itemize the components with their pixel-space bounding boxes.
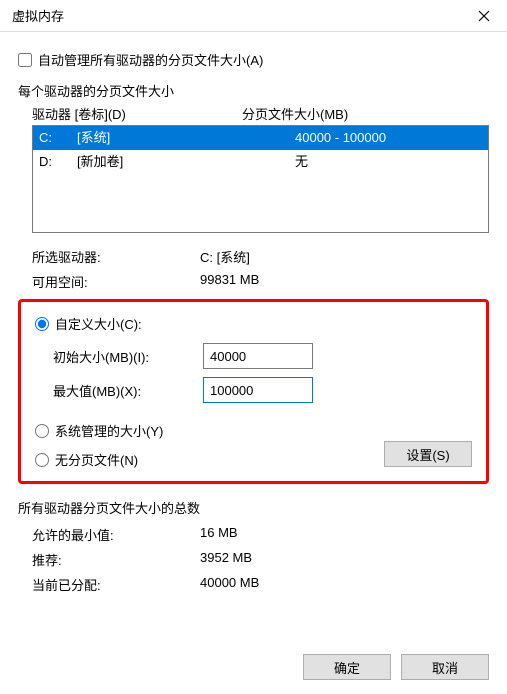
header-drive: 驱动器 [卷标](D) (32, 104, 242, 123)
max-size-label: 最大值(MB)(X): (53, 381, 203, 400)
summary-rec-label: 推荐: (32, 550, 200, 569)
summary-min-label: 允许的最小值: (32, 525, 200, 544)
system-managed-radio[interactable]: 系统管理的大小(Y) (35, 421, 472, 440)
custom-radio-input[interactable] (35, 317, 49, 331)
per-drive-label: 每个驱动器的分页文件大小 (18, 81, 489, 100)
drive-letter: C: (39, 128, 77, 148)
drive-letter: D: (39, 152, 77, 172)
no-page-input[interactable] (35, 453, 49, 467)
titlebar: 虚拟内存 (0, 0, 507, 32)
max-size-input[interactable] (203, 377, 313, 403)
system-managed-label: 系统管理的大小(Y) (55, 421, 163, 440)
auto-manage-input[interactable] (18, 53, 32, 67)
dialog-button-row: 确定 取消 (0, 640, 507, 694)
system-managed-input[interactable] (35, 424, 49, 438)
selected-drive-label: 所选驱动器: (32, 247, 200, 266)
drive-page-size: 无 (295, 152, 482, 172)
header-page: 分页文件大小(MB) (242, 104, 489, 123)
custom-size-label: 自定义大小(C): (55, 314, 142, 333)
available-value: 99831 MB (200, 272, 489, 291)
selected-drive-value: C: [系统] (200, 247, 489, 266)
drive-list-header: 驱动器 [卷标](D) 分页文件大小(MB) (32, 104, 489, 123)
close-button[interactable] (461, 0, 507, 32)
drive-label: [系统] (77, 128, 295, 148)
drive-list[interactable]: C:[系统]40000 - 100000D:[新加卷]无 (32, 125, 489, 233)
summary-min-value: 16 MB (200, 525, 238, 544)
window-title: 虚拟内存 (12, 6, 64, 25)
summary-cur-label: 当前已分配: (32, 575, 200, 594)
summary-title: 所有驱动器分页文件大小的总数 (18, 498, 489, 517)
custom-size-radio[interactable]: 自定义大小(C): (35, 314, 472, 333)
set-button[interactable]: 设置(S) (384, 441, 472, 467)
available-label: 可用空间: (32, 272, 200, 291)
initial-size-input[interactable] (203, 343, 313, 369)
custom-size-group: 自定义大小(C): 初始大小(MB)(I): 最大值(MB)(X): 系统管理的… (18, 299, 489, 484)
no-page-label: 无分页文件(N) (55, 450, 138, 469)
auto-manage-checkbox[interactable]: 自动管理所有驱动器的分页文件大小(A) (18, 50, 489, 69)
drive-row[interactable]: C:[系统]40000 - 100000 (33, 126, 488, 150)
auto-manage-label: 自动管理所有驱动器的分页文件大小(A) (38, 50, 263, 69)
summary-rec-value: 3952 MB (200, 550, 252, 569)
initial-size-label: 初始大小(MB)(I): (53, 347, 203, 366)
summary-cur-value: 40000 MB (200, 575, 259, 594)
drive-page-size: 40000 - 100000 (295, 128, 482, 148)
close-icon (478, 10, 490, 22)
drive-row[interactable]: D:[新加卷]无 (33, 150, 488, 174)
ok-button[interactable]: 确定 (303, 654, 391, 680)
cancel-button[interactable]: 取消 (401, 654, 489, 680)
drive-label: [新加卷] (77, 152, 295, 172)
